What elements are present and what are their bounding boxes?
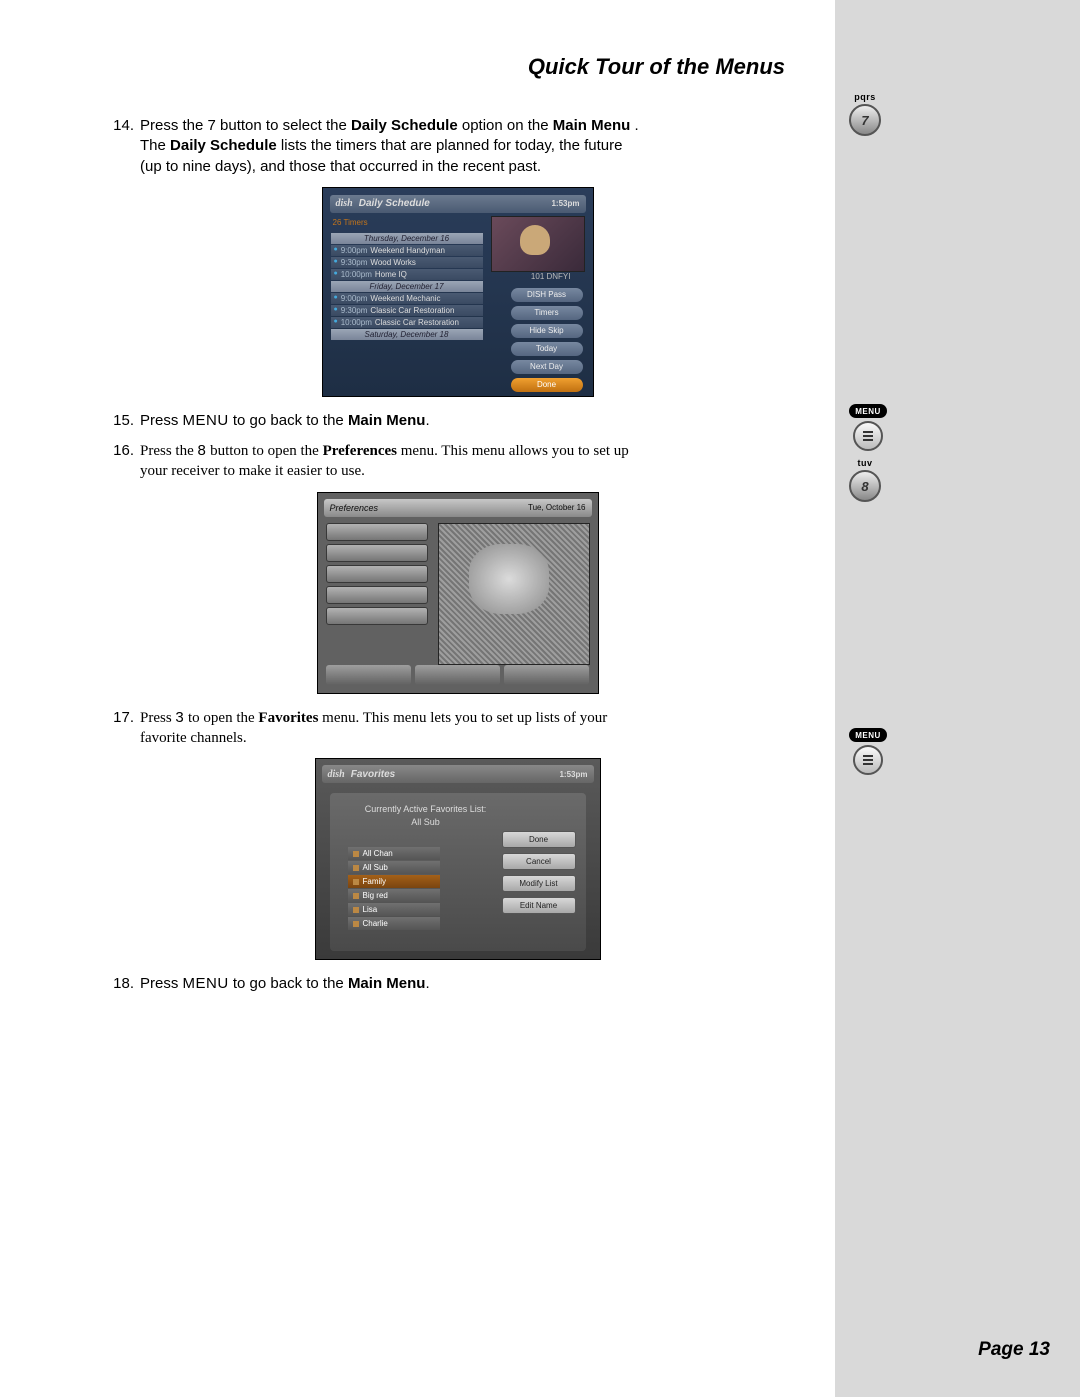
remote-menu-icon: MENU	[849, 728, 887, 775]
hide-skip-button: Hide Skip	[511, 324, 583, 338]
modify-list-button: Modify List	[502, 875, 576, 892]
favorites-screenshot: dishFavorites1:53pm Currently Active Fav…	[315, 758, 601, 960]
dish-pass-button: DISH Pass	[511, 288, 583, 302]
daily-schedule-screenshot: dishDaily Schedule1:53pm 26 Timers 101 D…	[322, 187, 594, 397]
page-number: Page 13	[978, 1339, 1050, 1361]
preview-video	[491, 216, 585, 272]
next-day-button: Next Day	[511, 360, 583, 374]
step-text: Press the 7 button to select the Daily S…	[140, 116, 640, 177]
timers-button: Timers	[511, 306, 583, 320]
done-button: Done	[511, 378, 583, 392]
step-18: 18. Press MENU to go back to the Main Me…	[100, 974, 640, 994]
page-header: Quick Tour of the Menus	[100, 54, 815, 80]
step-17: 17. Press 3 to open the Favorites menu. …	[100, 708, 640, 749]
sidebar: pqrs 7 MENU tuv 8 MENU Page 13	[835, 0, 1080, 1397]
done-button: Done	[502, 831, 576, 848]
step-15: 15. Press MENU to go back to the Main Me…	[100, 411, 640, 431]
remote-7-icon: pqrs 7	[849, 92, 881, 136]
step-16: 16. Press the 8 button to open the Prefe…	[100, 441, 640, 482]
today-button: Today	[511, 342, 583, 356]
remote-8-icon: tuv 8	[849, 458, 881, 502]
step-14: 14. Press the 7 button to select the Dai…	[100, 116, 640, 177]
cancel-button: Cancel	[502, 853, 576, 870]
remote-menu-icon: MENU	[849, 404, 887, 451]
step-num: 14.	[100, 116, 134, 177]
preferences-screenshot: PreferencesTue, October 16	[317, 492, 599, 694]
edit-name-button: Edit Name	[502, 897, 576, 914]
